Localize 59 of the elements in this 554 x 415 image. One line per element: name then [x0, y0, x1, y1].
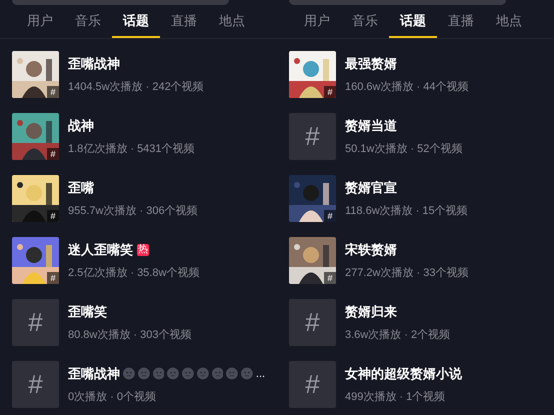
hashtag-badge: # [47, 148, 59, 160]
face-icon [226, 367, 238, 380]
tab[interactable]: 音乐 [341, 5, 389, 38]
tab[interactable]: 话题 [112, 5, 160, 38]
tab[interactable]: 音乐 [64, 5, 112, 38]
topic-stats: 277.2w次播放 · 33个视频 [345, 266, 468, 280]
topic-stats: 3.6w次播放 · 2个视频 [345, 328, 450, 342]
face-icon [196, 367, 209, 380]
tab[interactable]: 直播 [437, 5, 485, 38]
topic-stats: 50.1w次播放 · 52个视频 [345, 142, 462, 156]
search-bar[interactable] [289, 0, 506, 5]
hashtag-thumbnail: # [289, 113, 336, 160]
topic-title[interactable]: 赘婿归来 [345, 302, 397, 322]
tab[interactable]: 用户 [293, 5, 341, 38]
hashtag-badge: # [324, 210, 336, 222]
topic-stats: 499次播放 · 1个视频 [345, 390, 446, 404]
search-bar[interactable] [12, 0, 229, 5]
tab[interactable]: 地点 [208, 5, 256, 38]
topic-title[interactable]: 宋轶赘婿 [345, 240, 397, 260]
topic-title[interactable]: 最强赘婿 [345, 54, 397, 74]
hashtag-thumbnail: # [289, 299, 336, 346]
topic-stats: 80.8w次播放 · 303个视频 [68, 328, 192, 342]
topic-stats: 1.8亿次播放 · 5431个视频 [68, 142, 195, 156]
topic-stats: 955.7w次播放 · 306个视频 [68, 204, 198, 218]
hashtag-thumbnail: # [12, 299, 59, 346]
topic-stats: 0次播放 · 0个视频 [68, 390, 158, 404]
topic-title[interactable]: 歪嘴 [68, 178, 94, 198]
topic-title[interactable]: 女神的超级赘婿小说 [345, 364, 462, 384]
face-icon [123, 367, 135, 380]
face-icon [212, 367, 224, 380]
hashtag-badge: # [324, 86, 336, 98]
hashtag-badge: # [324, 272, 336, 284]
topic-stats: 1404.5w次播放 · 242个视频 [68, 80, 204, 94]
tab[interactable]: 直播 [160, 5, 208, 38]
topic-title[interactable]: 赘婿当道 [345, 116, 397, 136]
hashtag-badge: # [47, 272, 59, 284]
face-icon [138, 367, 150, 380]
tab[interactable]: 话题 [389, 5, 437, 38]
topic-title[interactable]: 赘婿官宣 [345, 178, 397, 198]
face-icon [152, 367, 164, 380]
face-icon [167, 367, 180, 380]
face-icon [182, 367, 194, 380]
topic-title[interactable]: 歪嘴战神 [68, 54, 120, 74]
topic-title[interactable]: 歪嘴笑 [68, 302, 107, 322]
face-icon [241, 367, 253, 380]
topic-stats: 160.6w次播放 · 44个视频 [345, 80, 468, 94]
hashtag-thumbnail: # [12, 361, 59, 408]
topic-title[interactable]: 歪嘴战神 [68, 364, 120, 384]
tab[interactable]: 用户 [16, 5, 64, 38]
topic-stats: 118.6w次播放 · 15个视频 [345, 204, 468, 218]
ellipsis: ... [256, 366, 266, 382]
hashtag-badge: # [47, 86, 59, 98]
hashtag-thumbnail: # [289, 361, 336, 408]
topic-title[interactable]: 迷人歪嘴笑 [68, 240, 133, 260]
tab[interactable]: 地点 [485, 5, 533, 38]
hashtag-badge: # [47, 210, 59, 222]
hot-badge: 热 [137, 244, 149, 256]
topic-title[interactable]: 战神 [68, 116, 94, 136]
topic-stats: 2.5亿次播放 · 35.8w个视频 [68, 266, 200, 280]
